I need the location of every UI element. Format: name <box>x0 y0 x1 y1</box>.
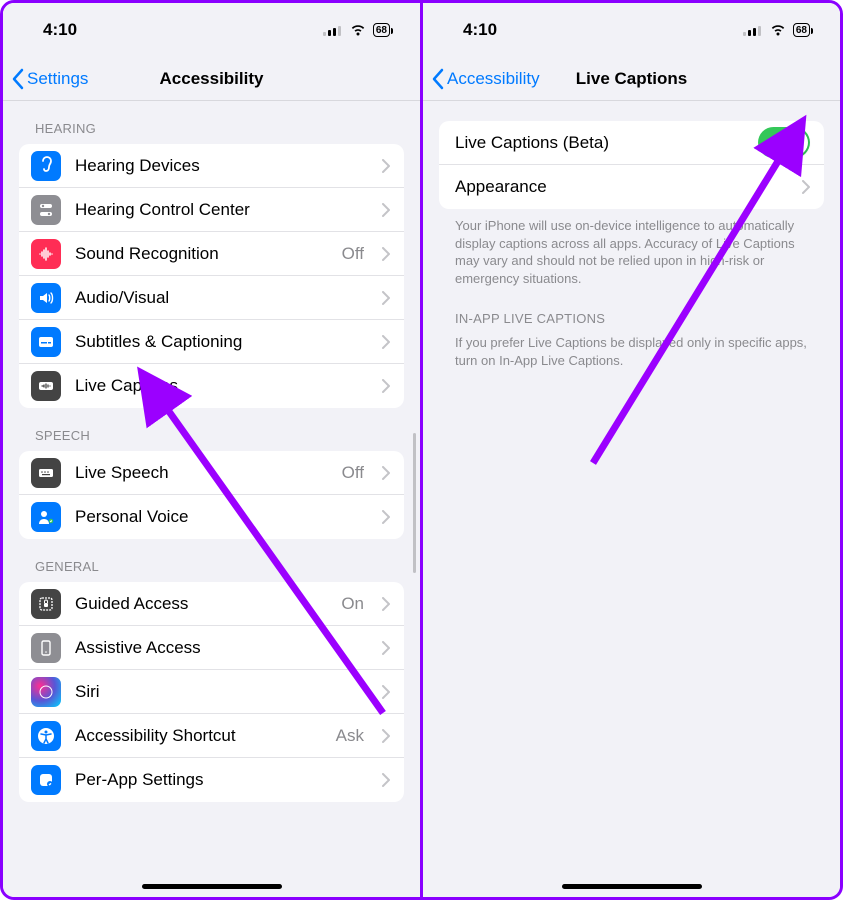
signal-icon <box>323 24 343 36</box>
row-live-captions[interactable]: Live Captions <box>19 364 404 408</box>
speaker-icon <box>31 283 61 313</box>
signal-icon <box>743 24 763 36</box>
group-speech: Live Speech Off Personal Voice <box>19 451 404 539</box>
chevron-right-icon <box>382 466 390 480</box>
app-settings-icon <box>31 765 61 795</box>
scrollbar[interactable] <box>413 433 416 573</box>
status-bar: 4:10 68 <box>423 3 840 57</box>
row-label: Live Captions <box>75 376 368 396</box>
row-detail: On <box>341 594 364 614</box>
phone-left: 4:10 68 Settings Accessibility HEARING H… <box>3 3 423 897</box>
row-live-captions-toggle[interactable]: Live Captions (Beta) <box>439 121 824 165</box>
row-audio-visual[interactable]: Audio/Visual <box>19 276 404 320</box>
chevron-right-icon <box>382 597 390 611</box>
chevron-right-icon <box>382 247 390 261</box>
row-hearing-control-center[interactable]: Hearing Control Center <box>19 188 404 232</box>
row-subtitles-captioning[interactable]: Subtitles & Captioning <box>19 320 404 364</box>
row-label: Accessibility Shortcut <box>75 726 322 746</box>
row-live-speech[interactable]: Live Speech Off <box>19 451 404 495</box>
row-assistive-access[interactable]: Assistive Access <box>19 626 404 670</box>
caption-icon <box>31 327 61 357</box>
chevron-right-icon <box>382 159 390 173</box>
section-header-general: GENERAL <box>19 539 404 582</box>
row-label: Hearing Control Center <box>75 200 368 220</box>
row-hearing-devices[interactable]: Hearing Devices <box>19 144 404 188</box>
nav-bar: Settings Accessibility <box>3 57 420 101</box>
row-label: Audio/Visual <box>75 288 368 308</box>
wifi-icon <box>349 23 367 37</box>
row-per-app-settings[interactable]: Per-App Settings <box>19 758 404 802</box>
section-footer: If you prefer Live Captions be displayed… <box>439 334 824 369</box>
row-detail: Off <box>342 244 364 264</box>
waveform-icon <box>31 239 61 269</box>
battery-icon: 68 <box>373 23 390 37</box>
group-hearing: Hearing Devices Hearing Control Center S… <box>19 144 404 408</box>
chevron-right-icon <box>382 291 390 305</box>
live-captions-icon <box>31 371 61 401</box>
phone-frame-icon <box>31 633 61 663</box>
status-time: 4:10 <box>463 20 497 40</box>
chevron-right-icon <box>382 203 390 217</box>
ear-icon <box>31 151 61 181</box>
row-accessibility-shortcut[interactable]: Accessibility Shortcut Ask <box>19 714 404 758</box>
row-label: Live Speech <box>75 463 328 483</box>
row-sound-recognition[interactable]: Sound Recognition Off <box>19 232 404 276</box>
row-appearance[interactable]: Appearance <box>439 165 824 209</box>
row-detail: Off <box>342 463 364 483</box>
back-label: Accessibility <box>447 69 540 89</box>
row-guided-access[interactable]: Guided Access On <box>19 582 404 626</box>
row-label: Hearing Devices <box>75 156 368 176</box>
chevron-right-icon <box>382 641 390 655</box>
section-footer: Your iPhone will use on-device intellige… <box>439 209 824 287</box>
lock-frame-icon <box>31 589 61 619</box>
home-indicator[interactable] <box>142 884 282 889</box>
row-label: Per-App Settings <box>75 770 368 790</box>
status-time: 4:10 <box>43 20 77 40</box>
wifi-icon <box>769 23 787 37</box>
person-voice-icon <box>31 502 61 532</box>
chevron-right-icon <box>382 729 390 743</box>
row-detail: Ask <box>336 726 364 746</box>
sliders-icon <box>31 195 61 225</box>
chevron-right-icon <box>382 773 390 787</box>
chevron-right-icon <box>382 335 390 349</box>
battery-icon: 68 <box>793 23 810 37</box>
group-live-captions: Live Captions (Beta) Appearance <box>439 121 824 209</box>
keyboard-icon <box>31 458 61 488</box>
back-label: Settings <box>27 69 88 89</box>
row-label: Guided Access <box>75 594 327 614</box>
back-button[interactable]: Settings <box>11 68 88 90</box>
toggle-switch[interactable] <box>758 127 810 158</box>
row-label: Assistive Access <box>75 638 368 658</box>
chevron-right-icon <box>382 379 390 393</box>
siri-icon <box>31 677 61 707</box>
phone-right: 4:10 68 Accessibility Live Captions Live… <box>423 3 840 897</box>
nav-bar: Accessibility Live Captions <box>423 57 840 101</box>
home-indicator[interactable] <box>562 884 702 889</box>
row-label: Personal Voice <box>75 507 368 527</box>
section-header-speech: SPEECH <box>19 408 404 451</box>
accessibility-icon <box>31 721 61 751</box>
row-label: Subtitles & Captioning <box>75 332 368 352</box>
section-header-inapp: IN-APP LIVE CAPTIONS <box>439 287 824 334</box>
back-button[interactable]: Accessibility <box>431 68 540 90</box>
row-label: Siri <box>75 682 368 702</box>
row-label: Sound Recognition <box>75 244 328 264</box>
chevron-right-icon <box>382 685 390 699</box>
row-label: Appearance <box>455 177 788 197</box>
row-personal-voice[interactable]: Personal Voice <box>19 495 404 539</box>
group-general: Guided Access On Assistive Access Siri A… <box>19 582 404 802</box>
chevron-right-icon <box>802 180 810 194</box>
row-siri[interactable]: Siri <box>19 670 404 714</box>
row-label: Live Captions (Beta) <box>455 133 744 153</box>
status-bar: 4:10 68 <box>3 3 420 57</box>
chevron-right-icon <box>382 510 390 524</box>
section-header-hearing: HEARING <box>19 101 404 144</box>
